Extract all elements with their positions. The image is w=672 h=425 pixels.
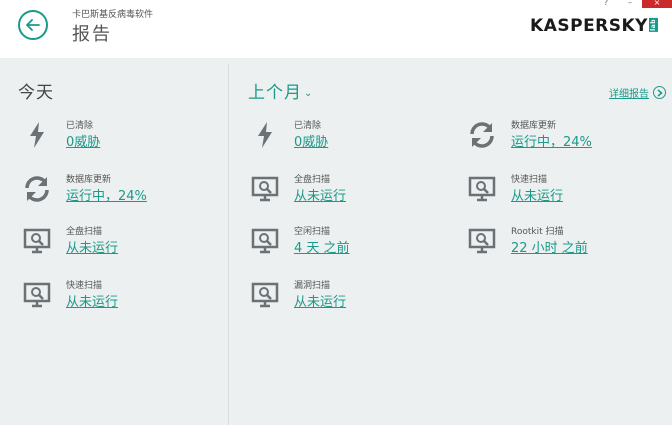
monitor-scan-icon <box>22 226 52 256</box>
window-controls: ? – × <box>594 0 672 8</box>
item-value-link[interactable]: 运行中，24% <box>511 131 592 150</box>
chevron-down-icon: ⌄ <box>304 88 314 99</box>
item-label: 全盘扫描 <box>294 175 331 185</box>
item-value-link[interactable]: 从未运行 <box>294 185 346 204</box>
item-value-link[interactable]: 从未运行 <box>294 291 346 310</box>
item-value-link[interactable]: 22 小时 之前 <box>511 237 588 256</box>
monitor-scan-icon <box>467 226 497 256</box>
column-divider <box>228 64 229 425</box>
header: 卡巴斯基反病毒软件 报告 ? – × KASPERSKY lab <box>0 0 672 58</box>
item-label: 全盘扫描 <box>66 227 103 237</box>
item-label: 空闲扫描 <box>294 227 331 237</box>
refresh-icon <box>467 120 497 150</box>
kaspersky-logo: KASPERSKY lab <box>530 16 658 36</box>
lightning-icon <box>22 120 52 150</box>
refresh-icon <box>22 174 52 204</box>
item-label: 快速扫描 <box>66 281 103 291</box>
item-value-link[interactable]: 从未运行 <box>511 185 563 204</box>
item-label: 数据库更新 <box>66 175 112 185</box>
lightning-icon <box>250 120 280 150</box>
page-title: 报告 <box>72 24 112 45</box>
help-button[interactable]: ? <box>594 0 618 8</box>
item-label: 快速扫描 <box>511 175 548 185</box>
item-value-link[interactable]: 从未运行 <box>66 291 118 310</box>
period-label: 上个月 <box>248 83 302 103</box>
logo-text: KASPERSKY <box>530 16 648 36</box>
item-value-link[interactable]: 0威胁 <box>66 131 100 150</box>
back-button[interactable] <box>18 10 48 40</box>
monitor-scan-icon <box>250 174 280 204</box>
report-panel: 今天 已清除 0威胁 数据库更新 运行中，24% 全盘扫描 从未运行 快速扫描 … <box>0 58 672 425</box>
item-label: 已清除 <box>66 121 94 131</box>
item-value-link[interactable]: 0威胁 <box>294 131 328 150</box>
period-dropdown[interactable]: 上个月 ⌄ <box>248 78 313 103</box>
close-button[interactable]: × <box>642 0 672 8</box>
monitor-scan-icon <box>250 226 280 256</box>
item-value-link[interactable]: 从未运行 <box>66 237 118 256</box>
item-label: 数据库更新 <box>511 121 557 131</box>
item-value-link[interactable]: 运行中，24% <box>66 185 147 204</box>
today-title: 今天 <box>18 83 54 103</box>
logo-lab-badge: lab <box>649 18 658 32</box>
chevron-right-icon <box>653 86 666 99</box>
app-name: 卡巴斯基反病毒软件 <box>72 10 154 20</box>
monitor-scan-icon <box>22 280 52 310</box>
detailed-report-label: 详细报告 <box>609 89 649 100</box>
item-label: 漏洞扫描 <box>294 281 331 291</box>
item-label: 已清除 <box>294 121 322 131</box>
item-label: Rootkit 扫描 <box>511 227 564 237</box>
monitor-scan-icon <box>250 280 280 310</box>
minimize-button[interactable]: – <box>618 0 642 8</box>
monitor-scan-icon <box>467 174 497 204</box>
detailed-report-link[interactable]: 详细报告 <box>609 85 666 100</box>
arrow-left-icon <box>26 19 40 31</box>
item-value-link[interactable]: 4 天 之前 <box>294 237 350 256</box>
